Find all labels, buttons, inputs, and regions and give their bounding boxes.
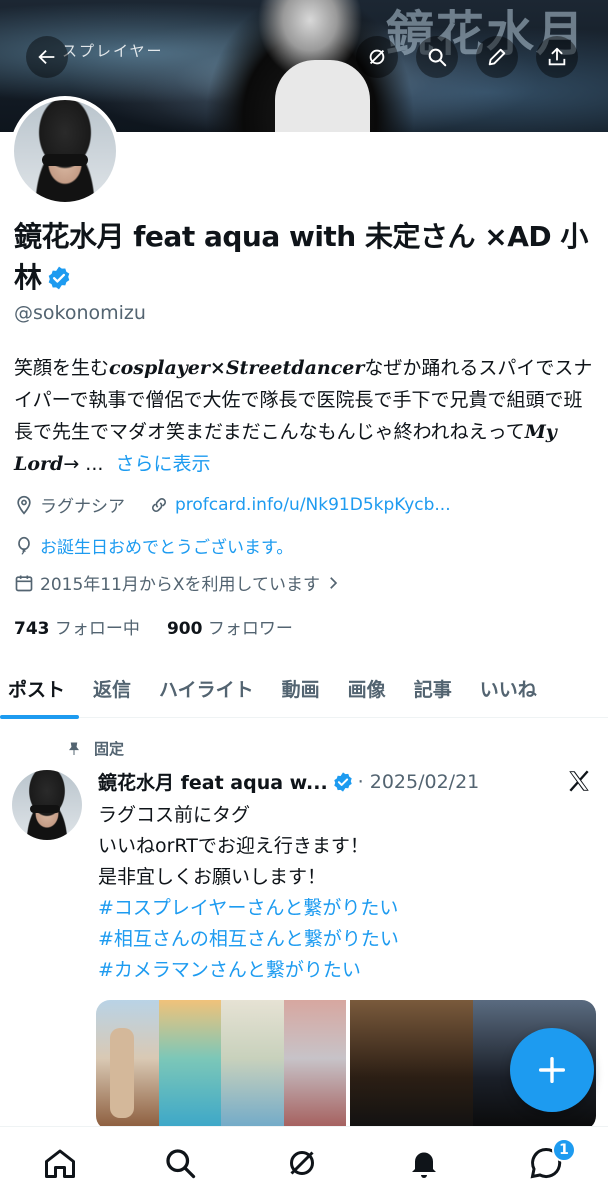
compose-post-button[interactable] (510, 1028, 594, 1112)
post-date[interactable]: · 2025/02/21 (358, 771, 480, 793)
profile-meta-joined-row[interactable]: 2015年11月からXを利用しています (14, 570, 348, 595)
profile-joined: 2015年11月からXを利用しています (40, 575, 321, 595)
search-icon (428, 48, 447, 67)
verified-badge-icon[interactable] (46, 265, 72, 291)
profile-website-link[interactable]: profcard.info/u/Nk91D5kpKycb... (175, 495, 451, 515)
follow-stats: 743 フォロー中 900 フォロワー (14, 614, 293, 639)
post-line-1: ラグコス前にタグ (98, 804, 251, 826)
profile-birthday: お誕生日おめでとうございます。 (40, 538, 294, 558)
post-avatar-glasses (30, 805, 60, 813)
hashtag-link[interactable]: #コスプレイヤーさんと繋がりたい (98, 893, 588, 924)
post-line-3: 是非宜しくお願いします！ (98, 866, 327, 888)
hashtag-link[interactable]: #カメラマンさんと繋がりたい (98, 955, 588, 986)
display-name-text: 鏡花水月 feat aqua with 未定さん ×AD 小林 (14, 220, 588, 294)
post-line-2: いいねorRTでお迎え行きます！ (98, 835, 369, 857)
tab-highlights[interactable]: ハイライト (145, 660, 268, 718)
balloon-icon (18, 536, 30, 554)
pinned-indicator: 固定 (66, 738, 124, 759)
calendar-icon (15, 575, 33, 591)
avatar-glasses (42, 154, 88, 166)
edit-button[interactable] (476, 36, 518, 78)
pin-icon (69, 742, 79, 755)
messages-badge: 1 (552, 1138, 576, 1162)
followers-count: 900 (166, 619, 203, 639)
back-button[interactable] (26, 36, 68, 78)
profile-display-name: 鏡花水月 feat aqua with 未定さん ×AD 小林 (14, 216, 594, 298)
media-photo (158, 1000, 221, 1130)
following-label: フォロー中 (54, 619, 140, 639)
bell-icon[interactable] (406, 1145, 442, 1181)
search-icon[interactable] (162, 1145, 198, 1181)
tab-videos[interactable]: 動画 (268, 660, 334, 718)
grok-icon (369, 49, 385, 65)
post-author-name[interactable]: 鏡花水月 feat aqua w... (98, 768, 328, 795)
bottom-navigation (0, 1126, 608, 1200)
pencil-icon (488, 48, 506, 66)
chevron-right-icon (330, 576, 338, 589)
back-arrow-icon (38, 49, 55, 65)
x-logo-icon (569, 770, 589, 792)
profile-meta-location-row: ラグナシア profcard.info/u/Nk91D5kpKycb... (14, 492, 451, 517)
tab-posts[interactable]: ポスト (0, 660, 80, 719)
verified-badge-icon (333, 771, 352, 792)
profile-handle: @sokonomizu (14, 302, 146, 324)
home-icon[interactable] (42, 1145, 78, 1181)
plus-icon (538, 1056, 566, 1084)
followers-link[interactable]: 900 フォロワー (167, 619, 293, 639)
bio-text-3: → ... (63, 453, 104, 475)
location-pin-icon (17, 495, 31, 515)
profile-tabs: ポスト 返信 ハイライト 動画 画像 記事 いいね (0, 660, 608, 719)
following-count: 743 (14, 619, 50, 639)
post-header: 鏡花水月 feat aqua w... · 2025/02/21 (98, 768, 479, 795)
search-button[interactable] (416, 36, 458, 78)
share-button[interactable] (536, 36, 578, 78)
media-photo (350, 1000, 473, 1130)
grok-button[interactable] (356, 36, 398, 78)
grok-icon[interactable] (284, 1145, 320, 1181)
bio-text-1: 笑顔を生む (14, 357, 110, 379)
tab-likes[interactable]: いいね (466, 660, 551, 718)
tab-replies[interactable]: 返信 (79, 660, 145, 718)
tab-articles[interactable]: 記事 (400, 660, 466, 718)
media-photo (283, 1000, 346, 1130)
profile-avatar[interactable] (10, 96, 120, 206)
profile-meta-birthday-row: お誕生日おめでとうございます。 (14, 533, 293, 558)
post-author-avatar[interactable] (12, 770, 82, 840)
profile-location: ラグナシア (40, 497, 125, 517)
media-photo (96, 1000, 159, 1130)
banner-shirt (275, 60, 370, 132)
banner-subtitle: スプレイヤー (62, 42, 164, 60)
media-photo (221, 1000, 284, 1130)
following-link[interactable]: 743 フォロー中 (14, 619, 140, 639)
show-more-link[interactable]: さらに表示 (116, 453, 211, 475)
hashtag-link[interactable]: #相互さんの相互さんと繋がりたい (98, 924, 588, 955)
link-icon (152, 497, 166, 512)
followers-label: フォロワー (207, 619, 293, 639)
share-icon (548, 47, 566, 66)
bio-fancy-1: cosplayer×Streetdancer (109, 357, 365, 379)
pinned-label: 固定 (94, 740, 125, 758)
post-body: ラグコス前にタグ いいねorRTでお迎え行きます！ 是非宜しくお願いします！ #… (98, 800, 588, 986)
tab-images[interactable]: 画像 (334, 660, 400, 718)
media-image-collage[interactable] (96, 1000, 346, 1130)
profile-bio: 笑顔を生むcosplayer×Streetdancerなぜか踊れるスパイでスナイ… (14, 352, 599, 480)
